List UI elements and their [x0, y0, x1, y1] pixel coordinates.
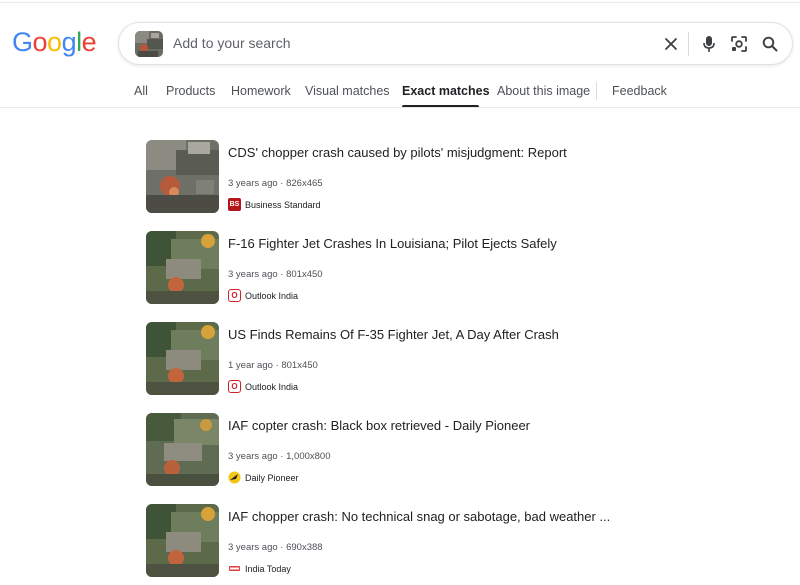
result-age: 1 year ago — [228, 360, 273, 371]
tab-products[interactable]: Products — [166, 84, 215, 98]
meta-separator: · — [280, 451, 284, 462]
tab-visual-matches[interactable]: Visual matches — [305, 84, 390, 98]
result-item: IAF copter crash: Black box retrieved - … — [146, 413, 766, 488]
search-divider — [688, 32, 689, 56]
daily-pioneer-icon — [228, 471, 241, 484]
result-meta: 3 years ago · 1,000x800 — [228, 451, 330, 462]
tab-separator — [596, 82, 597, 100]
result-source[interactable]: India Today — [228, 562, 291, 575]
result-size: 826x465 — [286, 178, 323, 189]
meta-separator: · — [275, 360, 279, 371]
result-thumbnail[interactable] — [146, 231, 219, 304]
search-input[interactable]: Add to your search — [173, 35, 291, 51]
top-divider — [0, 2, 800, 3]
tab-all[interactable]: All — [134, 84, 148, 98]
result-thumbnail[interactable] — [146, 504, 219, 577]
result-meta: 3 years ago · 801x450 — [228, 269, 323, 280]
result-title[interactable]: CDS' chopper crash caused by pilots' mis… — [228, 145, 567, 160]
result-source-name: India Today — [245, 563, 291, 574]
tab-about-this-image[interactable]: About this image — [497, 84, 590, 98]
result-source[interactable]: Daily Pioneer — [228, 471, 299, 484]
meta-separator: · — [280, 542, 284, 553]
tab-homework[interactable]: Homework — [231, 84, 291, 98]
result-meta: 3 years ago · 826x465 — [228, 178, 323, 189]
result-source[interactable]: BS Business Standard — [228, 198, 321, 211]
result-size: 801x450 — [281, 360, 318, 371]
result-size: 1,000x800 — [286, 451, 331, 462]
result-age: 3 years ago — [228, 178, 278, 189]
search-icon[interactable] — [759, 33, 781, 55]
close-icon[interactable] — [660, 33, 682, 55]
result-thumbnail[interactable] — [146, 140, 219, 213]
outlook-india-icon: O — [228, 380, 241, 393]
result-item: CDS' chopper crash caused by pilots' mis… — [146, 140, 766, 215]
result-source[interactable]: O Outlook India — [228, 289, 298, 302]
result-source-name: Outlook India — [245, 290, 299, 301]
result-age: 3 years ago — [228, 542, 278, 553]
logo-letter: G — [12, 27, 33, 57]
tabs-divider — [0, 107, 800, 108]
india-today-icon — [228, 562, 241, 575]
logo-letter: o — [32, 27, 48, 57]
outlook-india-icon: O — [228, 289, 241, 302]
search-box[interactable]: Add to your search — [118, 22, 793, 65]
business-standard-icon: BS — [228, 198, 241, 211]
result-source-name: Daily Pioneer — [245, 472, 299, 483]
tab-exact-matches[interactable]: Exact matches — [402, 84, 490, 98]
logo-letter: e — [81, 27, 97, 57]
result-size: 801x450 — [286, 269, 323, 280]
result-item: US Finds Remains Of F-35 Fighter Jet, A … — [146, 322, 766, 397]
tab-feedback[interactable]: Feedback — [612, 84, 667, 98]
result-meta: 3 years ago · 690x388 — [228, 542, 323, 553]
microphone-icon[interactable] — [698, 33, 720, 55]
logo-letter: g — [61, 27, 77, 57]
meta-separator: · — [280, 178, 284, 189]
result-title[interactable]: IAF copter crash: Black box retrieved - … — [228, 418, 530, 433]
result-age: 3 years ago — [228, 451, 278, 462]
result-source[interactable]: O Outlook India — [228, 380, 298, 393]
result-size: 690x388 — [286, 542, 323, 553]
result-thumbnail[interactable] — [146, 322, 219, 395]
result-source-name: Outlook India — [245, 381, 299, 392]
google-logo[interactable]: Google — [12, 27, 97, 58]
result-meta: 1 year ago · 801x450 — [228, 360, 318, 371]
result-title[interactable]: US Finds Remains Of F-35 Fighter Jet, A … — [228, 327, 559, 342]
result-thumbnail[interactable] — [146, 413, 219, 486]
lens-icon[interactable] — [728, 33, 750, 55]
meta-separator: · — [280, 269, 284, 280]
result-item: F-16 Fighter Jet Crashes In Louisiana; P… — [146, 231, 766, 306]
result-title[interactable]: F-16 Fighter Jet Crashes In Louisiana; P… — [228, 236, 557, 251]
image-thumb-icon[interactable] — [135, 31, 163, 57]
logo-letter: o — [47, 27, 62, 57]
result-age: 3 years ago — [228, 269, 278, 280]
result-title[interactable]: IAF chopper crash: No technical snag or … — [228, 509, 610, 524]
search-tabs: All Products Homework Visual matches Exa… — [0, 78, 800, 108]
result-item: IAF chopper crash: No technical snag or … — [146, 504, 766, 579]
result-source-name: Business Standard — [245, 199, 321, 210]
